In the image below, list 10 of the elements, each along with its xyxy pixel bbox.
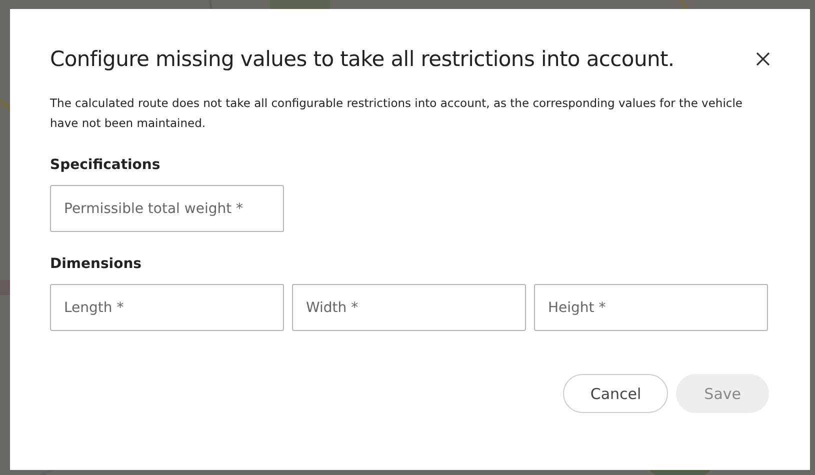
- section-heading: Specifications: [50, 157, 162, 173]
- dialog-button[interactable]: Cancel: [563, 374, 668, 413]
- input-field[interactable]: Length *: [50, 284, 284, 331]
- input-field[interactable]: Width *: [292, 284, 526, 331]
- close-icon: [756, 52, 770, 66]
- input-field[interactable]: Height *: [534, 284, 768, 331]
- dialog-title: Configure missing values to take all restrictions into account.: [50, 47, 674, 71]
- section-heading: Dimensions: [50, 256, 143, 272]
- input-field[interactable]: Permissible total weight *: [50, 185, 284, 232]
- dialog-description: The calculated route does not take all configurable restrictions into account, as the corresponding values for the vehicle have not been maintained.: [50, 95, 744, 132]
